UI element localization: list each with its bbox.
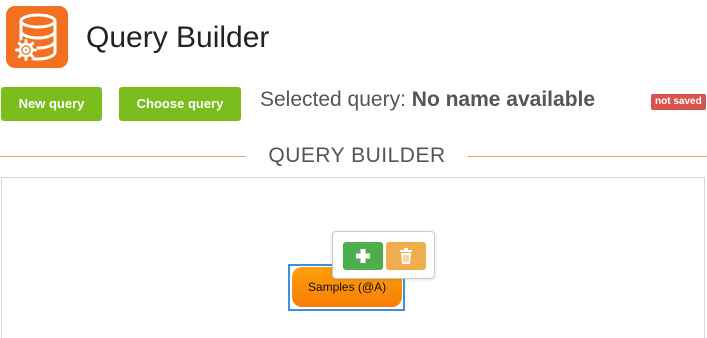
plus-icon (356, 249, 370, 263)
page: Query Builder New query Choose query Sel… (0, 0, 707, 338)
section-divider-left (0, 156, 246, 157)
selected-query-name: No name available (411, 88, 596, 111)
delete-node-button[interactable] (386, 242, 426, 270)
choose-query-button[interactable]: Choose query (119, 87, 241, 121)
selected-query-text: Selected query: No name available (260, 86, 595, 114)
section-title: QUERY BUILDER (268, 144, 446, 167)
node-actions-popover (332, 231, 435, 279)
selected-query-prefix: Selected query: (260, 88, 406, 111)
section-divider-right (468, 156, 707, 157)
add-node-button[interactable] (343, 242, 383, 270)
new-query-button[interactable]: New query (1, 87, 102, 121)
status-badge: not saved (651, 94, 706, 110)
database-gear-icon (6, 6, 68, 68)
trash-icon (400, 248, 412, 264)
page-title: Query Builder (86, 21, 270, 54)
